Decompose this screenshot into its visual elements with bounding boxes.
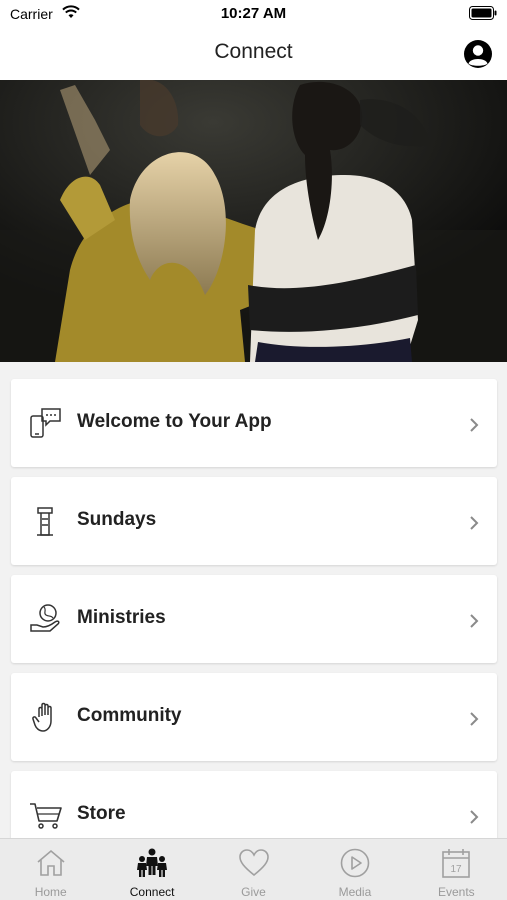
status-time: 10:27 AM [220, 5, 287, 22]
tab-label: Events [437, 885, 475, 899]
phone-chat-icon [30, 408, 61, 438]
tab-connect[interactable]: Connect [101, 839, 202, 900]
globe-hand-icon [30, 604, 60, 632]
tab-events[interactable]: 17 Events [406, 839, 507, 900]
menu-item-label: Welcome to Your App [77, 411, 272, 432]
tab-bar: Home Connect Give Media 17 Events [0, 838, 507, 900]
menu-item-community[interactable]: Community [11, 673, 497, 761]
menu-item-ministries[interactable]: Ministries [11, 575, 497, 663]
chevron-right-icon [470, 418, 479, 432]
calendar-icon: 17 [442, 849, 471, 878]
menu-item-label: Sundays [77, 509, 157, 530]
profile-icon[interactable] [463, 39, 493, 69]
tab-label: Home [34, 885, 67, 899]
chevron-right-icon [470, 810, 479, 824]
battery-icon [469, 6, 497, 20]
home-icon [37, 849, 65, 876]
calendar-day: 17 [451, 864, 463, 875]
people-icon [137, 848, 168, 877]
cart-icon [30, 803, 62, 829]
page-title: Connect [214, 40, 293, 63]
tab-label: Media [338, 885, 372, 899]
heart-icon [238, 849, 269, 877]
play-circle-icon [340, 848, 370, 878]
tab-media[interactable]: Media [304, 839, 405, 900]
menu-item-label: Store [77, 803, 126, 824]
nav-bar: Connect [0, 28, 507, 80]
raised-hand-icon [32, 702, 52, 732]
chevron-right-icon [470, 516, 479, 530]
menu-item-store[interactable]: Store [11, 771, 497, 838]
chevron-right-icon [470, 614, 479, 628]
menu-item-label: Community [77, 705, 182, 726]
menu-item-welcome[interactable]: Welcome to Your App [11, 379, 497, 467]
tab-home[interactable]: Home [0, 839, 101, 900]
menu-item-sundays[interactable]: Sundays [11, 477, 497, 565]
menu-item-label: Ministries [77, 607, 166, 628]
status-bar: Carrier 10:27 AM [0, 0, 507, 28]
menu-list: Welcome to Your App Sundays Ministries C… [0, 362, 507, 838]
pulpit-icon [37, 507, 53, 536]
tab-label: Connect [129, 885, 175, 899]
chevron-right-icon [470, 712, 479, 726]
tab-label: Give [241, 885, 266, 899]
tab-give[interactable]: Give [203, 839, 304, 900]
hero-image [0, 80, 507, 362]
